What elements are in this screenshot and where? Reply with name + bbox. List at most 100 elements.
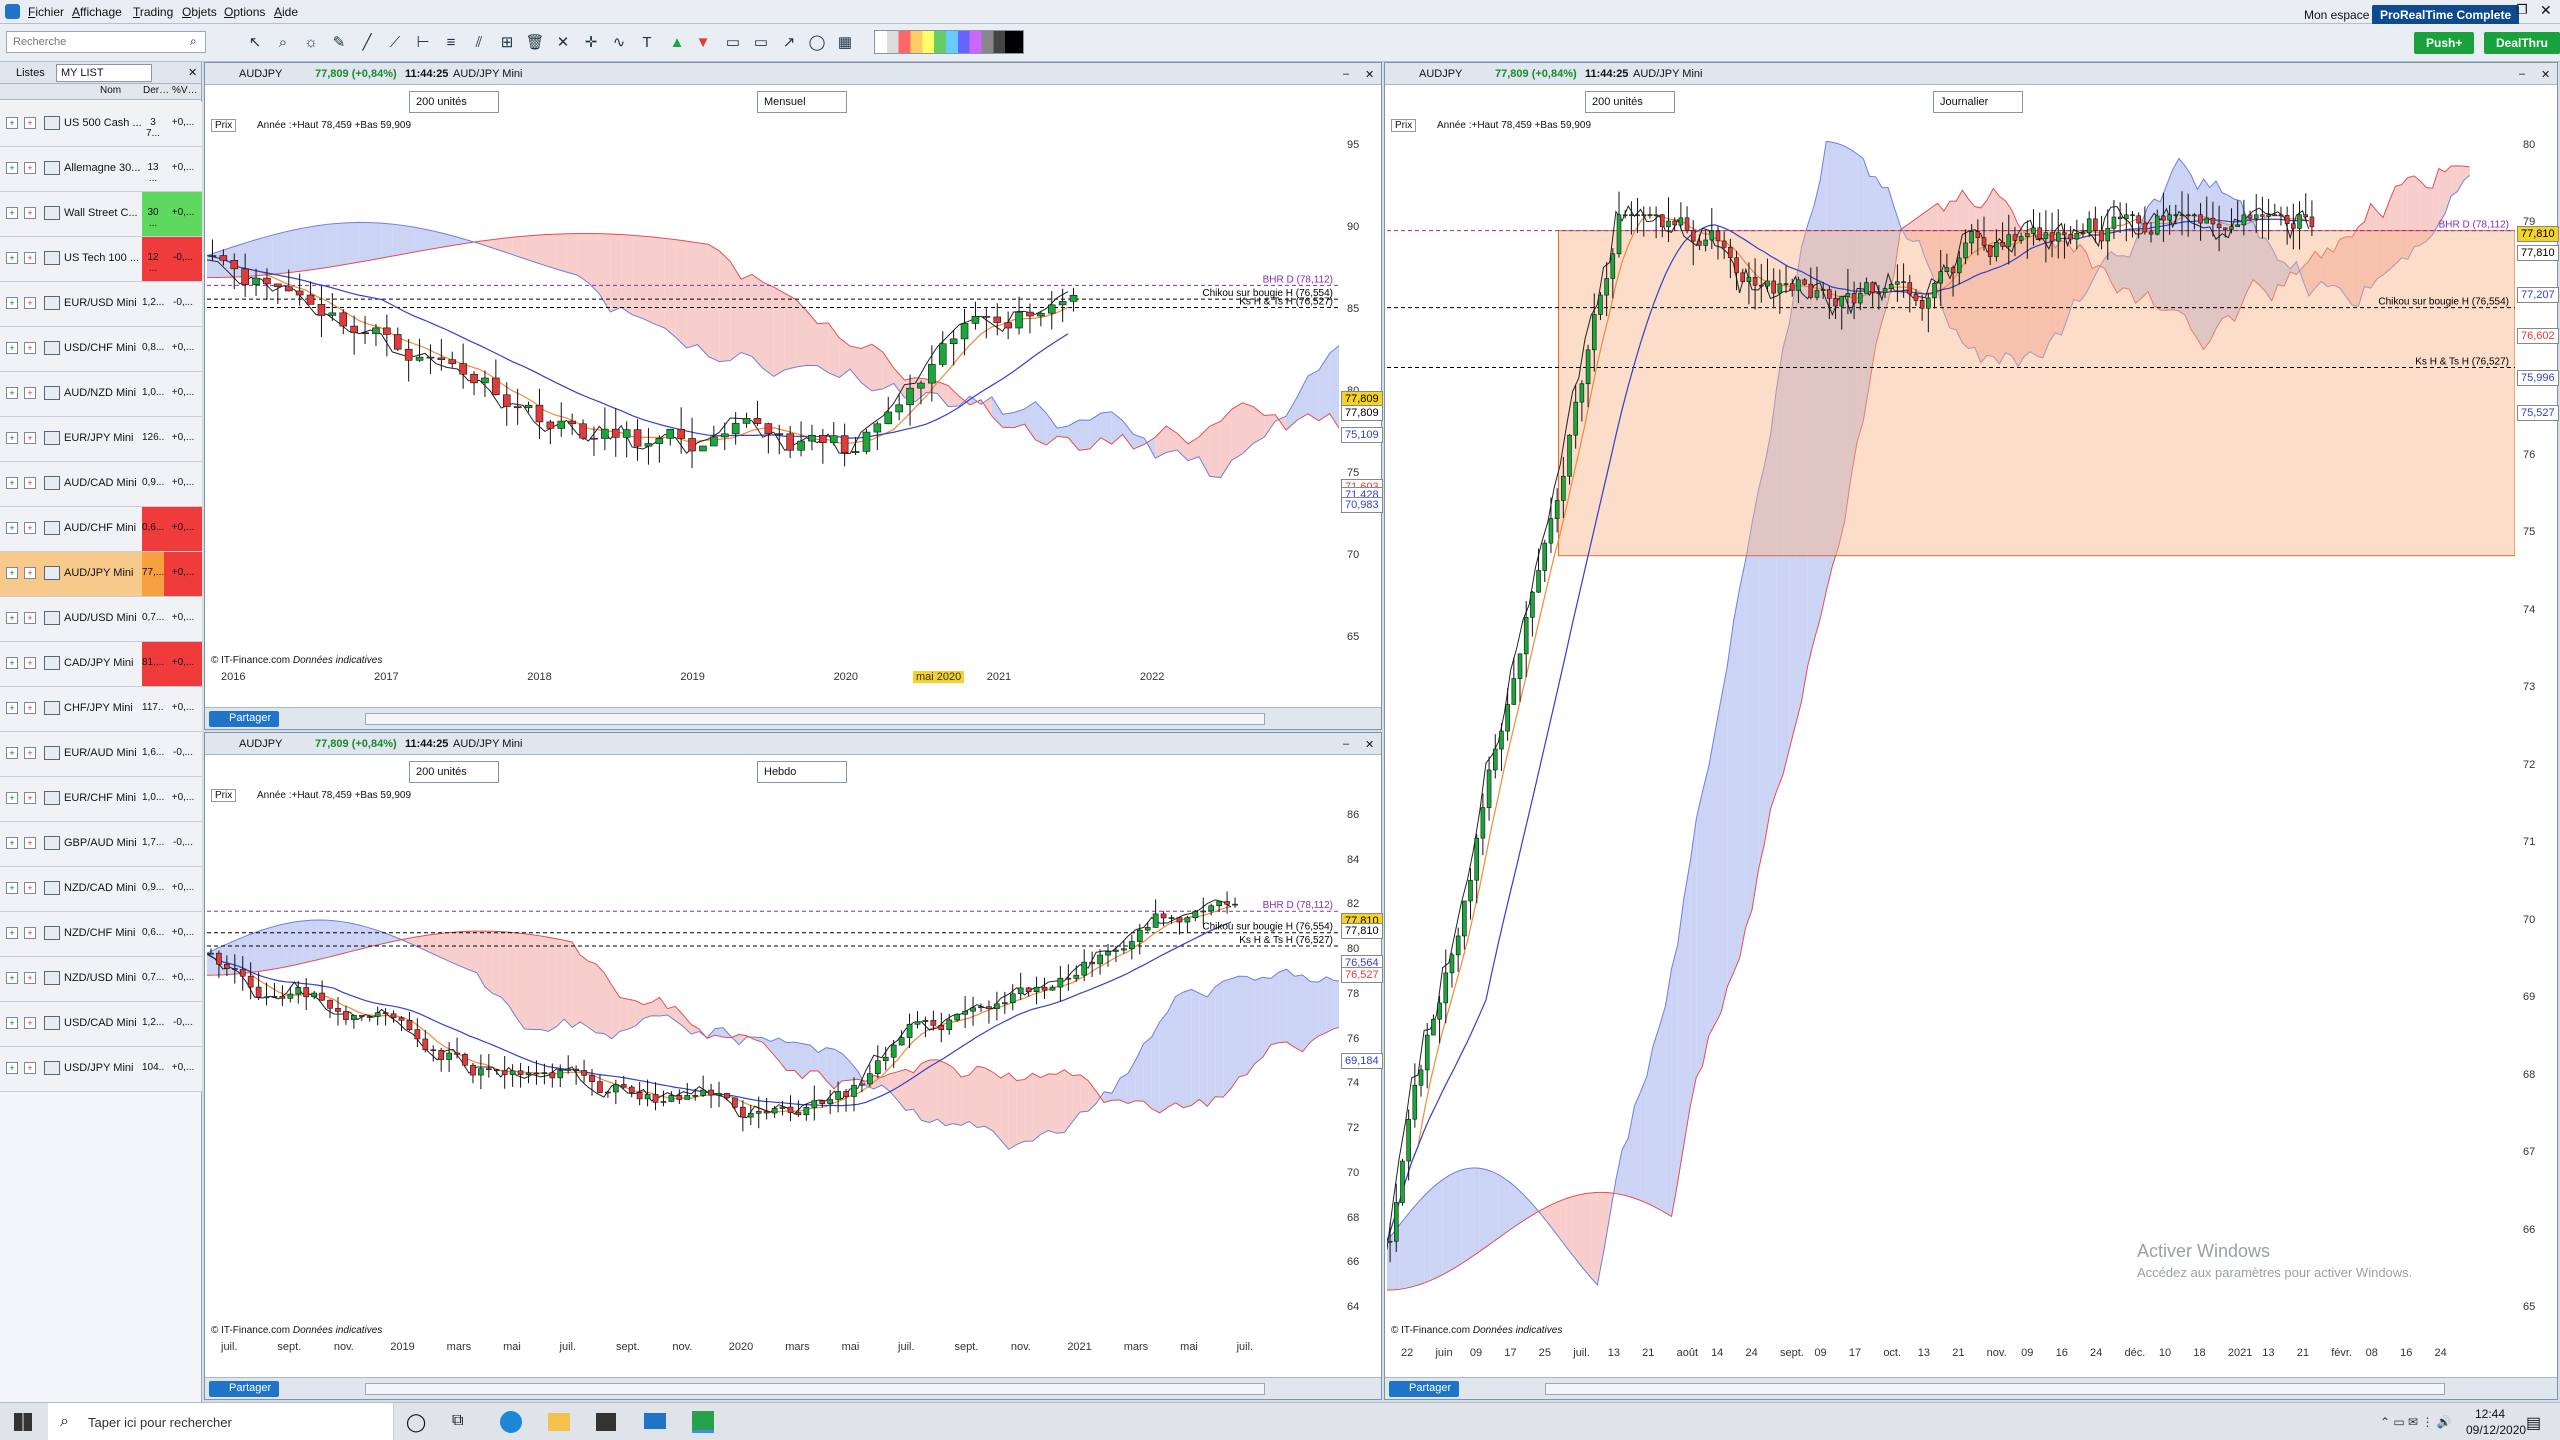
wave-tool-icon[interactable]: ∿	[608, 30, 630, 54]
row-sell-icon[interactable]: +	[24, 747, 36, 759]
list-item[interactable]: + + NZD/CHF Mini 0,6... +0,...	[0, 912, 202, 957]
cross-tool-icon[interactable]: ✕	[552, 30, 574, 54]
color-palette[interactable]	[874, 30, 1024, 54]
chart-icon[interactable]	[44, 611, 60, 625]
chart-icon[interactable]	[44, 746, 60, 760]
chart-symbol[interactable]: AUDJPY	[239, 68, 282, 80]
chart-symbol[interactable]: AUDJPY	[1419, 68, 1462, 80]
store-icon[interactable]	[596, 1413, 616, 1431]
list-item[interactable]: + + AUD/JPY Mini 77,... +0,...	[0, 552, 202, 597]
zoom-icon[interactable]: ⌕	[272, 30, 294, 54]
chart-icon[interactable]	[44, 701, 60, 715]
scrollbar[interactable]	[365, 1383, 1265, 1395]
chart-icon[interactable]	[44, 521, 60, 535]
row-sell-icon[interactable]: +	[24, 882, 36, 894]
task-view-icon[interactable]: ⧉	[452, 1412, 463, 1430]
row-buy-icon[interactable]: +	[6, 792, 18, 804]
rect-tool-icon[interactable]: ▭	[722, 30, 744, 54]
chart-icon[interactable]	[44, 656, 60, 670]
chart-icon[interactable]	[44, 881, 60, 895]
panel-minimize-icon[interactable]: –	[1343, 738, 1349, 750]
chart-icon[interactable]	[44, 251, 60, 265]
delete-tool-icon[interactable]: 🗑	[524, 30, 546, 54]
chart-icon[interactable]	[44, 566, 60, 580]
row-sell-icon[interactable]: +	[24, 342, 36, 354]
list-item[interactable]: + + EUR/AUD Mini 1,6... -0,...	[0, 732, 202, 777]
arrow-down-icon[interactable]: ▼	[692, 30, 714, 54]
my-space-link[interactable]: Mon espace	[2296, 5, 2377, 25]
taskbar-search[interactable]: ⌕ Taper ici pour rechercher	[48, 1403, 394, 1440]
crosshair-tool-icon[interactable]: ✛	[580, 30, 602, 54]
edge-icon[interactable]	[500, 1411, 522, 1433]
panel-minimize-icon[interactable]: –	[2519, 68, 2525, 80]
magnet-icon[interactable]: ☼	[300, 30, 322, 54]
menu-options[interactable]: Options	[224, 5, 265, 19]
arrow-tool-icon[interactable]: ↗	[778, 30, 800, 54]
tab-listes[interactable]: Listes	[16, 67, 45, 79]
list-item[interactable]: + + US Tech 100 ... 12 ... -0,...	[0, 237, 202, 282]
notification-icon[interactable]: ▤	[2526, 1413, 2541, 1433]
row-sell-icon[interactable]: +	[24, 657, 36, 669]
clock-time[interactable]: 12:44	[2475, 1407, 2505, 1421]
row-sell-icon[interactable]: +	[24, 702, 36, 714]
scrollbar[interactable]	[365, 713, 1265, 725]
explorer-icon[interactable]	[548, 1413, 570, 1431]
row-buy-icon[interactable]: +	[6, 207, 18, 219]
list-item[interactable]: + + EUR/CHF Mini 1,0... +0,...	[0, 777, 202, 822]
dealthru-button[interactable]: DealThru	[2484, 32, 2560, 54]
chart-icon[interactable]	[44, 341, 60, 355]
chart-icon[interactable]	[44, 431, 60, 445]
row-buy-icon[interactable]: +	[6, 702, 18, 714]
push-button[interactable]: Push+	[2414, 32, 2475, 54]
row-sell-icon[interactable]: +	[24, 297, 36, 309]
row-buy-icon[interactable]: +	[6, 747, 18, 759]
plot-area[interactable]: BHR D (78,112) Chikou sur bougie H (76,55…	[206, 117, 1352, 669]
chart-icon[interactable]	[44, 791, 60, 805]
row-sell-icon[interactable]: +	[24, 792, 36, 804]
list-item[interactable]: + + EUR/JPY Mini 126... +0,...	[0, 417, 202, 462]
row-sell-icon[interactable]: +	[24, 207, 36, 219]
list-item[interactable]: + + US 500 Cash ... 3 7... +0,...	[0, 102, 202, 147]
highlight-tool-icon[interactable]: ▦	[834, 30, 856, 54]
list-item[interactable]: + + NZD/CAD Mini 0,9... +0,...	[0, 867, 202, 912]
row-buy-icon[interactable]: +	[6, 387, 18, 399]
row-sell-icon[interactable]: +	[24, 387, 36, 399]
list-item[interactable]: + + CHF/JPY Mini 117... +0,...	[0, 687, 202, 732]
ray-tool-icon[interactable]: ⟋	[384, 30, 406, 54]
chart-icon[interactable]	[44, 476, 60, 490]
window-close-icon[interactable]: ✕	[2540, 2, 2552, 19]
row-buy-icon[interactable]: +	[6, 882, 18, 894]
chart-icon[interactable]	[44, 836, 60, 850]
row-sell-icon[interactable]: +	[24, 522, 36, 534]
chart-icon[interactable]	[44, 1061, 60, 1075]
tray-icons[interactable]: ⌃ ▭ ✉ ⋮ 🔊	[2380, 1415, 2452, 1429]
window-maximize-icon[interactable]: ❐	[2516, 2, 2528, 18]
menu-aide[interactable]: Aide	[274, 5, 298, 19]
row-sell-icon[interactable]: +	[24, 927, 36, 939]
list-item[interactable]: + + Wall Street C... 30 ... +0,...	[0, 192, 202, 237]
tab-my-list[interactable]: MY LIST	[56, 64, 152, 82]
list-item[interactable]: + + GBP/AUD Mini 1,7... -0,...	[0, 822, 202, 867]
chart-icon[interactable]	[44, 161, 60, 175]
chart-icon[interactable]	[44, 296, 60, 310]
row-buy-icon[interactable]: +	[6, 972, 18, 984]
menu-objets[interactable]: Objets	[182, 5, 217, 19]
chart-icon[interactable]	[44, 926, 60, 940]
cortana-icon[interactable]: ◯	[406, 1412, 426, 1433]
list-item[interactable]: + + USD/JPY Mini 104... +0,...	[0, 1047, 202, 1092]
row-buy-icon[interactable]: +	[6, 657, 18, 669]
units-select[interactable]: 200 unités	[409, 761, 499, 783]
row-sell-icon[interactable]: +	[24, 612, 36, 624]
chart-icon[interactable]	[44, 1016, 60, 1030]
row-buy-icon[interactable]: +	[6, 1017, 18, 1029]
col-last[interactable]: Der…	[143, 85, 169, 96]
panel-close-icon[interactable]: ✕	[1365, 738, 1374, 751]
menu-trading[interactable]: Trading	[133, 5, 173, 19]
chart-icon[interactable]	[44, 386, 60, 400]
row-sell-icon[interactable]: +	[24, 1062, 36, 1074]
row-buy-icon[interactable]: +	[6, 342, 18, 354]
pencil-icon[interactable]: ✎	[328, 30, 350, 54]
row-sell-icon[interactable]: +	[24, 477, 36, 489]
row-buy-icon[interactable]: +	[6, 162, 18, 174]
clock-date[interactable]: 09/12/2020	[2466, 1423, 2526, 1437]
